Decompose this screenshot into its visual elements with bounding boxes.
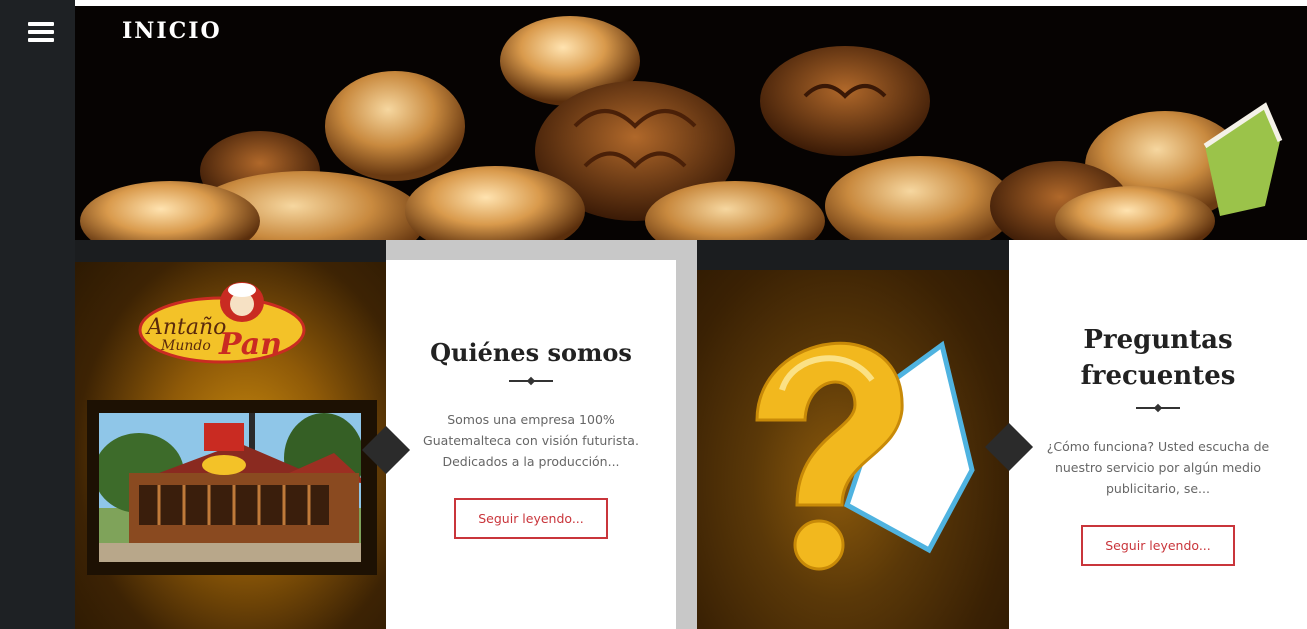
about-image-tile: Antaño Mundo Pan	[75, 240, 386, 629]
hero-banner: INICIO	[75, 6, 1307, 240]
tile-top-bar	[697, 240, 1009, 270]
faq-excerpt: ¿Cómo funciona? Usted escucha de nuestro…	[1046, 439, 1270, 496]
pastry-banner-image	[75, 6, 1307, 240]
about-us-excerpt: Somos una empresa 100% Guatemalteca con …	[423, 412, 639, 469]
about-us-title: Quiénes somos	[430, 338, 632, 367]
svg-text:Mundo: Mundo	[160, 338, 211, 354]
sidebar	[0, 0, 75, 629]
antano-mundo-pan-logo: Antaño Mundo Pan	[137, 280, 307, 370]
about-us-read-more-button[interactable]: Seguir leyendo...	[454, 498, 608, 539]
hamburger-menu-icon[interactable]	[28, 22, 54, 42]
tile-top-bar	[75, 240, 386, 262]
faq-title: Preguntas frecuentes	[1080, 325, 1236, 391]
svg-text:Pan: Pan	[218, 327, 282, 362]
about-us-card: Quiénes somos Somos una empresa 100% Gua…	[386, 260, 676, 629]
title-divider	[509, 375, 553, 387]
storefront-photo-frame	[87, 400, 377, 575]
faq-card: Preguntas frecuentes ¿Cómo funciona? Ust…	[1009, 240, 1307, 629]
question-mark-icon	[737, 320, 977, 585]
cards-row: Antaño Mundo Pan Quiénes somos Somos una…	[75, 240, 1307, 629]
svg-text:Antaño: Antaño	[145, 315, 226, 340]
title-divider	[1136, 402, 1180, 414]
faq-image-tile	[697, 240, 1009, 629]
faq-read-more-button[interactable]: Seguir leyendo...	[1081, 525, 1235, 566]
page-title: INICIO	[122, 18, 222, 44]
storefront-photo	[99, 413, 361, 562]
